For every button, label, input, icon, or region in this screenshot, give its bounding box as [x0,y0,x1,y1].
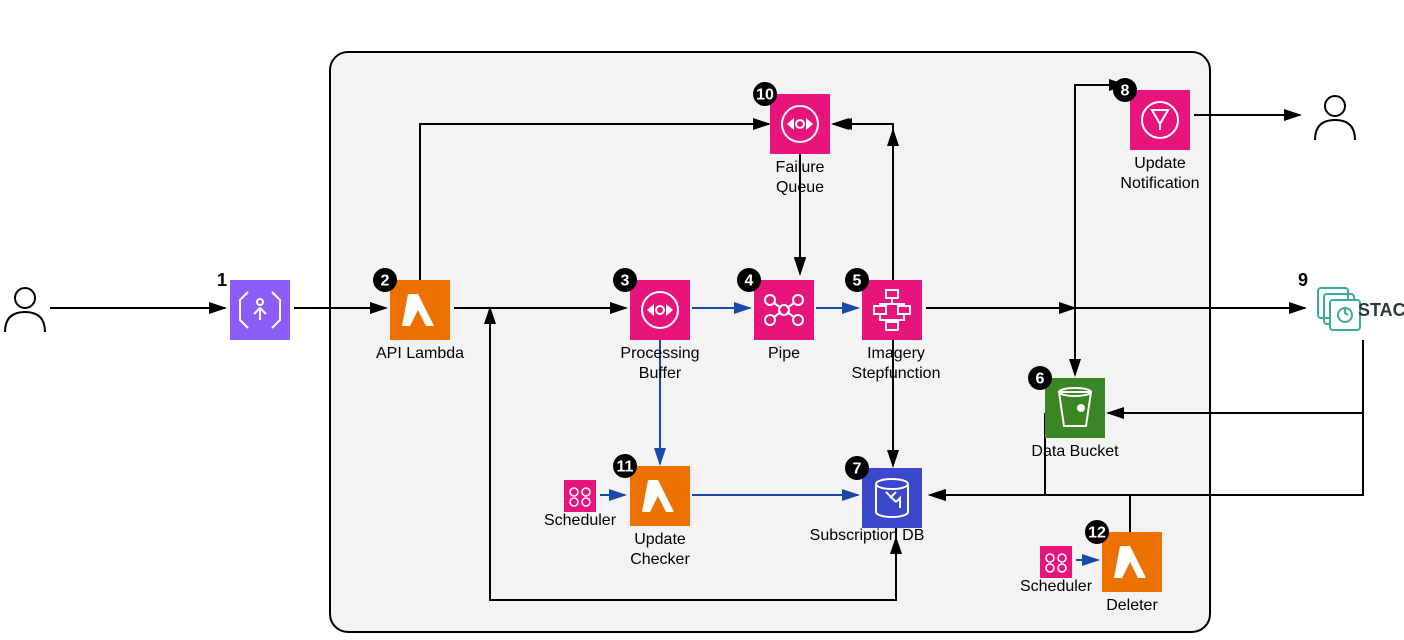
deleter-node [1102,532,1162,592]
num-11: 11 [617,459,634,476]
label-processing-buffer-2: Buffer [639,365,682,382]
label-scheduler-2: Scheduler [1020,578,1093,595]
label-failure-queue-1: Failure [776,159,825,176]
label-stepfunction-2: Stepfunction [852,365,941,382]
num-8: 8 [1121,83,1130,100]
num-12: 12 [1088,525,1106,542]
label-stepfunction-1: Imagery [867,345,925,362]
update-notification-node [1130,90,1190,150]
scheduler-2-node [1040,546,1072,578]
pipe-node [754,280,814,340]
subscription-db-node [862,468,922,528]
label-processing-buffer-1: Processing [620,345,699,362]
num-6: 6 [1036,371,1045,388]
num-10: 10 [756,87,774,104]
num-4: 4 [745,273,754,290]
update-checker-node [630,466,690,526]
stepfunction-node [862,280,922,340]
label-pipe: Pipe [768,345,800,362]
num-3: 3 [621,273,630,290]
user-right-icon [1310,88,1360,144]
label-update-notif-2: Notification [1120,175,1199,192]
user-left-icon [0,280,50,336]
processing-buffer-node [630,280,690,340]
label-update-checker-1: Update [634,531,686,548]
label-scheduler-1: Scheduler [544,512,617,529]
data-bucket-node [1045,378,1105,438]
api-lambda-node [390,280,450,340]
num-2: 2 [381,273,390,290]
failure-queue-node [770,94,830,154]
num-9: 9 [1298,270,1308,290]
label-subscription-db: Subscription DB [810,527,925,544]
scheduler-1-node [564,480,596,512]
label-api-lambda: API Lambda [376,345,464,362]
num-5: 5 [853,273,862,290]
num-7: 7 [853,461,862,478]
label-update-checker-2: Checker [630,551,690,568]
label-data-bucket: Data Bucket [1031,443,1119,460]
label-stac: STAC [1358,300,1404,320]
label-update-notif-1: Update [1134,155,1186,172]
label-deleter: Deleter [1106,597,1158,614]
label-failure-queue-2: Queue [776,179,824,196]
num-1: 1 [217,270,227,290]
api-gateway-node [230,280,290,340]
architecture-diagram: 1 2 API Lambda 3 Processing Buffer 4 Pip… [0,0,1404,640]
